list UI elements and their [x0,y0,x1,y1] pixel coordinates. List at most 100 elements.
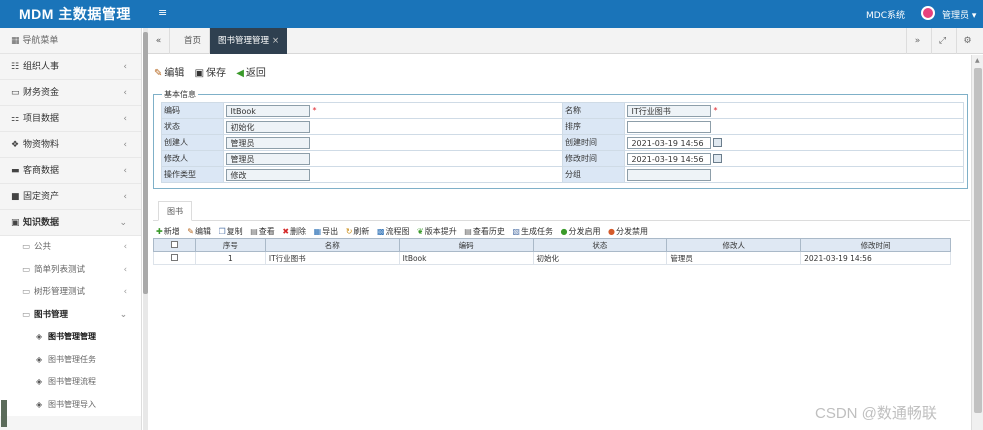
code-field[interactable]: ItBook [226,104,311,117]
group-label: 分组 [561,166,626,183]
group-field[interactable] [627,168,712,181]
tab-books[interactable]: 图书 [158,201,192,221]
add-icon: ✚ [156,227,163,236]
sidebar-item-knowledge[interactable]: ▣ 知识数据 ⌄ [0,210,141,236]
export-button[interactable]: ▦导出 [314,226,339,237]
history-button[interactable]: ▤查看历史 [464,226,505,237]
back-arrow-icon: ◀ [236,68,244,79]
fieldset-legend: 基本信息 [162,89,198,100]
grid-header-modifier[interactable]: 修改人 [666,238,802,252]
user-menu[interactable]: 管理员 ▾ [942,8,976,21]
calendar-icon[interactable] [713,138,723,147]
add-label: 新增 [163,227,180,236]
fullscreen-icon[interactable]: ⤢ [931,28,953,54]
back-button[interactable]: ◀ 返回 [236,64,266,79]
sidebar-leaf-book-task[interactable]: ◈ 图书管理任务 [0,348,141,371]
sidebar-sub-label: 简单列表测试 [34,264,86,275]
add-button[interactable]: ✚新增 [156,226,180,237]
flowchart-button[interactable]: ▩流程图 [377,226,410,237]
grid-tab-bar: 图书 [153,198,970,221]
sidebar-sub-label: 公共 [34,242,52,252]
created-time-field[interactable]: 2021-03-19 14:56 [627,136,712,149]
view-button[interactable]: ▤查看 [250,226,275,237]
hamburger-icon[interactable]: ≡ [158,6,167,19]
sidebar-sub-label: 树形管理测试 [34,287,86,297]
optype-field[interactable]: 修改 [226,168,311,181]
gear-icon[interactable]: ⚙ [956,28,978,54]
sidebar-leaf-label: 图书管理流程 [48,377,96,386]
sidebar-item-customer[interactable]: ▬ 客商数据 ‹ [0,158,141,184]
history-label: 查看历史 [472,227,505,236]
copy-button[interactable]: ❐复制 [219,226,243,237]
sidebar-item-label: 客商数据 [23,166,60,176]
tab-home[interactable]: 首页 [176,28,211,54]
sort-field[interactable] [627,120,712,133]
enable-dist-button[interactable]: ●分发启用 [561,226,601,237]
book-grid: 序号 名称 编码 状态 修改人 修改时间 1 IT行业图书 ItBook 初始化… [153,238,951,265]
sidebar-item-material[interactable]: ❖ 物资物料 ‹ [0,132,141,158]
sidebar-item-label: 固定资产 [23,192,60,202]
form-toolbar: ✎ 编辑 ▣ 保存 ◀ 返回 [154,64,273,79]
modified-time-field[interactable]: 2021-03-19 14:56 [627,152,712,165]
scroll-up-icon[interactable]: ▲ [975,57,980,64]
sidebar-sub-simple-list[interactable]: ▭ 简单列表测试 ‹ [0,258,141,281]
cell-name: IT行业图书 [264,251,400,265]
grid-header-status[interactable]: 状态 [532,238,668,252]
avatar[interactable] [921,6,935,20]
folder-icon: ▭ [22,287,31,297]
close-icon[interactable]: × [272,36,279,46]
sidebar-item-assets[interactable]: ■ 固定资产 ‹ [0,184,141,210]
chevron-left-icon: ‹ [123,287,127,297]
modifier-field[interactable]: 管理员 [226,152,311,165]
calendar-icon[interactable] [713,154,723,163]
grid-header-seq[interactable]: 序号 [194,238,266,252]
refresh-button[interactable]: ↻刷新 [346,226,370,237]
select-all-checkbox[interactable] [170,240,178,248]
tab-prev-icon[interactable]: « [148,28,170,54]
row-select[interactable] [153,251,196,265]
edit-button[interactable]: ✎ 编辑 [154,64,184,79]
tab-next-icon[interactable]: » [906,28,928,54]
table-row[interactable]: 1 IT行业图书 ItBook 初始化 管理员 2021-03-19 14:56 [153,251,951,265]
main-scrollbar[interactable]: ▲ [971,55,983,430]
creator-field[interactable]: 管理员 [226,136,311,149]
grid-header-modified[interactable]: 修改时间 [800,238,951,252]
sidebar-item-label: 财务资金 [23,88,60,98]
sidebar-item-finance[interactable]: ▭ 财务资金 ‹ [0,80,141,106]
disable-dist-button[interactable]: ●分发禁用 [608,226,648,237]
tab-book-manage[interactable]: 图书管理管理 × [210,28,288,54]
enable-dist-label: 分发启用 [568,227,601,236]
save-button[interactable]: ▣ 保存 [195,64,226,79]
grid-header-select[interactable] [153,238,196,252]
grid-header-name[interactable]: 名称 [264,238,400,252]
leaf-icon: ◈ [36,399,43,409]
system-name[interactable]: MDC系统 [866,8,905,21]
sidebar-sub-public[interactable]: ▭ 公共 ‹ [0,236,141,259]
chevron-left-icon: ‹ [123,88,127,98]
sidebar-item-org[interactable]: ☷ 组织人事 ‹ [0,54,141,80]
sidebar-leaf-book-manage[interactable]: ◈ 图书管理管理 [0,326,141,349]
sidebar-leaf-book-import[interactable]: ◈ 图书管理导入 [0,393,141,416]
status-label: 状态 [160,118,225,135]
sidebar-item-project[interactable]: ⚏ 项目数据 ‹ [0,106,141,132]
export-icon: ▦ [313,227,322,236]
grid-edit-button[interactable]: ✎编辑 [187,226,211,237]
view-icon: ▤ [250,227,258,236]
generate-task-button[interactable]: ▧生成任务 [512,226,553,237]
leaf-icon: ◈ [36,377,43,386]
delete-button[interactable]: ✖删除 [282,226,306,237]
name-field[interactable]: IT行业图书 [627,104,712,117]
save-label: 保存 [206,68,227,79]
grid-header-code[interactable]: 编码 [398,238,534,252]
modified-time-label: 修改时间 [561,150,626,167]
main-scrollbar-thumb[interactable] [974,68,982,413]
sidebar-sub-tree[interactable]: ▭ 树形管理测试 ‹ [0,281,141,304]
row-checkbox[interactable] [170,253,178,261]
status-field[interactable]: 初始化 [226,120,311,133]
sidebar-sub-books[interactable]: ▭ 图书管理 ⌄ [0,303,141,326]
upgrade-button[interactable]: ❦版本提升 [417,226,457,237]
sidebar-leaf-book-flow[interactable]: ◈ 图书管理流程 [0,371,141,394]
edit-label: 编辑 [164,68,185,79]
delete-label: 删除 [290,227,307,236]
task-icon: ▧ [512,227,520,236]
